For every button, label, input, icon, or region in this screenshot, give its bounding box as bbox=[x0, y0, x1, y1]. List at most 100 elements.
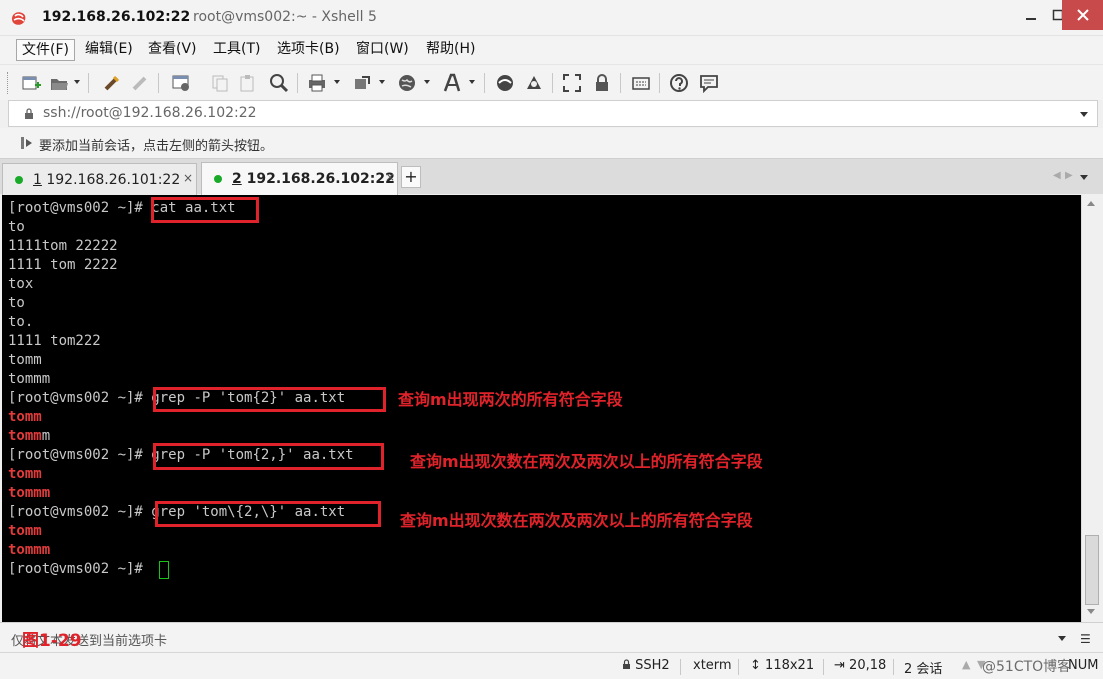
unlink-icon bbox=[132, 76, 147, 91]
prev-session-icon[interactable]: ▲ bbox=[962, 658, 970, 671]
tab-list-dropdown-icon[interactable] bbox=[1080, 175, 1088, 180]
print-dropdown-icon[interactable] bbox=[334, 80, 340, 84]
toolbar-grip[interactable] bbox=[7, 72, 10, 94]
annotation-text: 查询m出现次数在两次及两次以上的所有符合字段 bbox=[410, 452, 763, 471]
new-tab-button[interactable]: + bbox=[401, 166, 421, 188]
find-button[interactable] bbox=[268, 72, 290, 94]
transfer-button[interactable] bbox=[351, 72, 373, 94]
menu-window[interactable]: 窗口(W) bbox=[351, 39, 414, 61]
chat-icon bbox=[700, 75, 718, 93]
globe-icon bbox=[399, 75, 415, 91]
keyboard-button[interactable] bbox=[630, 72, 652, 94]
address-input[interactable]: ssh://root@192.168.26.102:22 bbox=[43, 105, 257, 121]
disconnect-button[interactable] bbox=[129, 72, 151, 94]
close-icon bbox=[1076, 9, 1089, 21]
print-button[interactable] bbox=[306, 72, 328, 94]
font-button[interactable] bbox=[441, 72, 463, 94]
terminal-output-line: to bbox=[8, 219, 25, 235]
terminal-scrollbar[interactable] bbox=[1081, 195, 1101, 622]
terminal-screen[interactable]: [root@vms002 ~]# cat aa.txt to 1111tom 222… bbox=[2, 195, 1081, 622]
scroll-up-icon[interactable] bbox=[1087, 201, 1095, 206]
help-icon bbox=[670, 74, 688, 92]
help-button[interactable] bbox=[668, 72, 690, 94]
grep-remainder: m bbox=[41, 428, 51, 444]
paste-button[interactable] bbox=[237, 72, 259, 94]
tab-session-2[interactable]: 2 192.168.26.102:22 × bbox=[201, 162, 398, 195]
cursor-pos-icon: ⇥ bbox=[834, 658, 845, 673]
new-session-button[interactable] bbox=[20, 72, 42, 94]
terminal-output-line: tommm bbox=[8, 484, 50, 503]
fullscreen-icon bbox=[563, 74, 581, 92]
close-button[interactable] bbox=[1062, 0, 1103, 30]
annotation-text: 查询m出现两次的所有符合字段 bbox=[398, 390, 623, 409]
copy-button[interactable] bbox=[209, 72, 231, 94]
fullscreen-button[interactable] bbox=[561, 72, 583, 94]
toolbar-separator bbox=[484, 73, 485, 93]
globe-button[interactable] bbox=[396, 72, 418, 94]
compose-dropdown-icon[interactable] bbox=[1058, 636, 1066, 641]
open-dropdown-icon[interactable] bbox=[74, 80, 80, 84]
menu-help[interactable]: 帮助(H) bbox=[421, 39, 480, 61]
copy-icon bbox=[212, 75, 228, 92]
compose-bar[interactable]: 仅将文本发送到当前选项卡 图1-29 ☰ bbox=[0, 622, 1103, 652]
chat-button[interactable] bbox=[698, 72, 720, 94]
lock-button[interactable] bbox=[591, 72, 613, 94]
shell-prompt: [root@vms002 ~]# bbox=[8, 390, 152, 406]
terminal-output-line: 1111tom 22222 bbox=[8, 238, 118, 254]
terminal-output-line: tommm bbox=[8, 371, 51, 387]
address-bar[interactable]: ssh://root@192.168.26.102:22 bbox=[8, 100, 1098, 127]
properties-icon bbox=[172, 75, 189, 91]
tab-close-icon[interactable]: × bbox=[385, 170, 395, 184]
menu-file[interactable]: 文件(F) bbox=[16, 39, 75, 61]
watermark: @51CTO博客 bbox=[982, 659, 1072, 675]
grep-match: tomm bbox=[8, 409, 42, 425]
transfer-dropdown-icon[interactable] bbox=[379, 80, 385, 84]
lock-icon bbox=[596, 74, 608, 91]
tab-scroll-right-icon[interactable]: ▶ bbox=[1065, 170, 1073, 181]
toolbar-separator bbox=[620, 73, 621, 93]
menu-tools[interactable]: 工具(T) bbox=[208, 39, 265, 61]
terminal-output-line: tox bbox=[8, 276, 34, 292]
scrollbar-thumb[interactable] bbox=[1085, 535, 1099, 605]
tab-scroll-left-icon[interactable]: ◀ bbox=[1053, 170, 1061, 181]
grep-match: tommm bbox=[8, 485, 51, 501]
transfer-icon bbox=[355, 76, 370, 89]
menu-tabs[interactable]: 选项卡(B) bbox=[272, 39, 345, 61]
paste-icon bbox=[240, 75, 254, 92]
xmanager-icon bbox=[527, 76, 541, 89]
scroll-down-icon[interactable] bbox=[1087, 609, 1095, 614]
compose-menu-icon[interactable]: ☰ bbox=[1080, 632, 1091, 646]
toolbar-separator bbox=[158, 73, 159, 93]
terminal-output-line: tomm bbox=[8, 465, 42, 484]
tab-close-icon[interactable]: × bbox=[183, 171, 193, 185]
add-session-arrow-icon[interactable] bbox=[20, 136, 34, 150]
status-separator bbox=[738, 659, 739, 675]
minimize-icon bbox=[1026, 18, 1036, 20]
xmanager-button[interactable] bbox=[523, 72, 545, 94]
highlight-box bbox=[155, 501, 381, 527]
new-session-icon bbox=[22, 76, 41, 90]
highlight-box bbox=[151, 197, 259, 223]
xftp-button[interactable] bbox=[494, 72, 516, 94]
search-icon bbox=[270, 74, 289, 93]
window-title-session: root@vms002:~ - Xshell 5 bbox=[193, 9, 377, 25]
font-dropdown-icon[interactable] bbox=[469, 80, 475, 84]
globe-dropdown-icon[interactable] bbox=[424, 80, 430, 84]
folder-icon bbox=[51, 79, 68, 90]
menu-view[interactable]: 查看(V) bbox=[143, 39, 202, 61]
terminal-cursor bbox=[159, 561, 169, 579]
status-cursor-pos: ⇥ 20,18 bbox=[834, 658, 887, 673]
status-term-type: xterm bbox=[693, 658, 732, 673]
highlight-box bbox=[153, 387, 386, 412]
terminal-prompt-line: [root@vms002 ~]# bbox=[8, 560, 151, 579]
reconnect-button[interactable] bbox=[101, 72, 123, 94]
address-dropdown-icon[interactable] bbox=[1080, 112, 1088, 117]
toolbar bbox=[0, 64, 1103, 100]
status-session-count: 2 会话 bbox=[904, 662, 943, 677]
xftp-icon bbox=[497, 75, 513, 91]
menu-edit[interactable]: 编辑(E) bbox=[80, 39, 138, 61]
open-button[interactable] bbox=[48, 72, 70, 94]
grep-match: tommm bbox=[8, 542, 51, 558]
tab-session-1[interactable]: 1 192.168.26.101:22 × bbox=[2, 163, 197, 195]
properties-button[interactable] bbox=[170, 72, 192, 94]
